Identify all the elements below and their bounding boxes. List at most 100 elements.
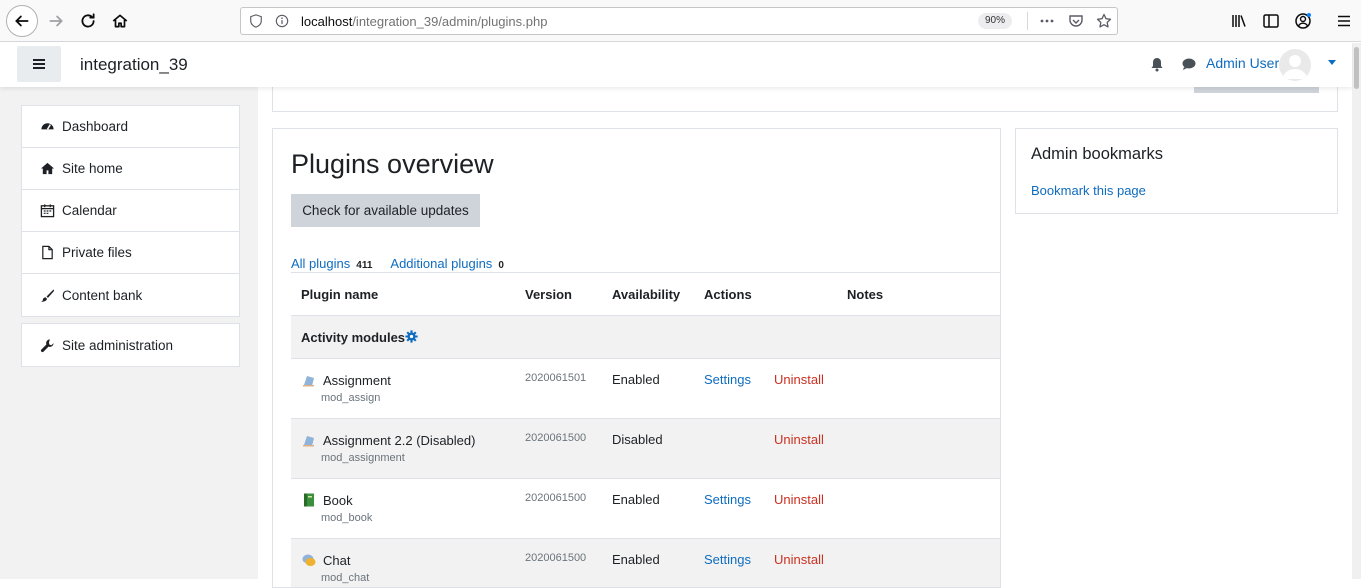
avatar[interactable] — [1279, 49, 1311, 81]
forward-arrow-icon — [47, 12, 65, 30]
site-name[interactable]: integration_39 — [80, 55, 188, 75]
region-main: Plugins overview Check for available upd… — [272, 128, 1001, 588]
plugin-version: 2020061501 — [515, 359, 602, 419]
table-row: Book mod_book 2020061500 Enabled Setting… — [291, 479, 1001, 539]
nav-item-label: Calendar — [62, 203, 117, 218]
settings-link[interactable]: Settings — [694, 539, 764, 588]
chat-icon — [301, 552, 317, 568]
pocket-icon[interactable] — [1068, 13, 1084, 29]
user-menu-caret-icon[interactable] — [1328, 60, 1336, 65]
library-icon[interactable] — [1230, 12, 1248, 30]
plugin-name: Assignment 2.2 (Disabled) — [323, 433, 475, 448]
nav-item-calendar[interactable]: Calendar — [22, 190, 239, 232]
nav-item-label: Site home — [62, 161, 123, 176]
filter-all-plugins[interactable]: All plugins — [291, 256, 350, 271]
hamburger-icon — [32, 58, 46, 70]
user-avatar-icon — [1279, 49, 1311, 81]
plugin-availability: Disabled — [602, 419, 694, 479]
plugin-notes — [837, 419, 1001, 479]
scrollbar-thumb[interactable] — [1354, 47, 1359, 89]
nav-item-label: Dashboard — [62, 119, 128, 134]
plugin-name: Assignment — [323, 373, 391, 388]
plugin-name-cell: Assignment 2.2 (Disabled) mod_assignment — [291, 419, 515, 479]
plugin-version: 2020061500 — [515, 419, 602, 479]
gear-icon[interactable] — [405, 330, 418, 343]
url-host: localhost — [301, 14, 352, 29]
nav-item-dashboard[interactable]: Dashboard — [22, 106, 239, 148]
file-icon — [40, 245, 55, 260]
page-scrollbar[interactable] — [1352, 43, 1361, 579]
nav-item-site-administration[interactable]: Site administration — [22, 324, 239, 366]
url-separator — [1027, 12, 1028, 30]
home-button[interactable] — [104, 5, 136, 37]
settings-link[interactable] — [694, 419, 764, 479]
filter-count-badge: 0 — [498, 260, 504, 271]
nav-item-site-home[interactable]: Site home — [22, 148, 239, 190]
main-area: Plugins overview Check for available upd… — [258, 87, 1352, 579]
settings-link[interactable]: Settings — [694, 479, 764, 539]
plugin-name-cell: Assignment mod_assign — [291, 359, 515, 419]
zoom-badge[interactable]: 90% — [978, 13, 1012, 29]
nav-item-label: Private files — [62, 245, 132, 260]
plugin-name-cell: Chat mod_chat — [291, 539, 515, 588]
forward-button[interactable] — [40, 5, 72, 37]
settings-link[interactable]: Settings — [694, 359, 764, 419]
block-title: Admin bookmarks — [1031, 145, 1163, 164]
chat-bubble-icon[interactable] — [1181, 56, 1197, 72]
reload-button[interactable] — [72, 5, 104, 37]
plugins-table: Plugin name Version Availability Actions… — [291, 272, 1001, 588]
assignment-icon — [301, 432, 317, 448]
plugin-version: 2020061500 — [515, 479, 602, 539]
filter-additional-plugins[interactable]: Additional plugins — [390, 256, 492, 271]
col-header-availability: Availability — [602, 273, 694, 316]
uninstall-link[interactable]: Uninstall — [764, 419, 837, 479]
category-title: Activity modules — [301, 330, 405, 345]
bookmark-this-page-link[interactable]: Bookmark this page — [1031, 183, 1146, 198]
plugin-name-cell: Book mod_book — [291, 479, 515, 539]
table-row: Assignment mod_assign 2020061501 Enabled… — [291, 359, 1001, 419]
bell-icon[interactable] — [1149, 56, 1165, 72]
wrench-icon — [40, 338, 55, 353]
nav-item-private-files[interactable]: Private files — [22, 232, 239, 274]
drawer-toggle-button[interactable] — [17, 46, 61, 82]
calendar-icon — [40, 203, 55, 218]
home-icon — [111, 12, 129, 30]
category-cell: Activity modules — [291, 316, 1001, 359]
col-header-notes: Notes — [837, 273, 1001, 316]
shield-icon[interactable] — [249, 14, 263, 28]
url-bar[interactable]: localhost/integration_39/admin/plugins.p… — [240, 7, 1118, 35]
page-title: Plugins overview — [291, 149, 494, 180]
info-icon[interactable] — [275, 14, 289, 28]
table-row: Chat mod_chat 2020061500 Enabled Setting… — [291, 539, 1001, 588]
site-header: integration_39 Admin User — [0, 43, 1352, 87]
plugin-component: mod_chat — [301, 572, 515, 584]
col-header-actions: Actions — [694, 273, 837, 316]
admin-bookmarks-block: Admin bookmarks Bookmark this page — [1015, 128, 1338, 214]
sidebar-icon[interactable] — [1262, 12, 1280, 30]
menu-icon[interactable] — [1335, 12, 1353, 30]
plugin-name: Chat — [323, 553, 350, 568]
book-icon — [301, 492, 317, 508]
bookmark-star-icon[interactable] — [1096, 13, 1112, 29]
uninstall-link[interactable]: Uninstall — [764, 479, 837, 539]
reload-icon — [79, 12, 97, 30]
more-icon[interactable] — [1039, 13, 1055, 29]
plugin-version: 2020061500 — [515, 539, 602, 588]
nav-item-label: Site administration — [62, 338, 173, 353]
plugin-availability: Enabled — [602, 539, 694, 588]
plugin-availability: Enabled — [602, 479, 694, 539]
uninstall-link[interactable]: Uninstall — [764, 539, 837, 588]
user-name[interactable]: Admin User — [1206, 55, 1279, 71]
account-icon[interactable] — [1294, 12, 1312, 30]
check-updates-button[interactable]: Check for available updates — [291, 194, 480, 227]
plugin-filters: All plugins411Additional plugins0 — [291, 256, 522, 271]
home-icon — [40, 161, 55, 176]
table-row: Assignment 2.2 (Disabled) mod_assignment… — [291, 419, 1001, 479]
back-button[interactable] — [6, 5, 38, 37]
nav-item-content-bank[interactable]: Content bank — [22, 274, 239, 316]
nav-group-admin: Site administration — [21, 323, 240, 367]
back-arrow-icon — [13, 12, 31, 30]
url-text[interactable]: localhost/integration_39/admin/plugins.p… — [301, 14, 547, 29]
uninstall-link[interactable]: Uninstall — [764, 359, 837, 419]
top-partial-box — [272, 85, 1338, 112]
